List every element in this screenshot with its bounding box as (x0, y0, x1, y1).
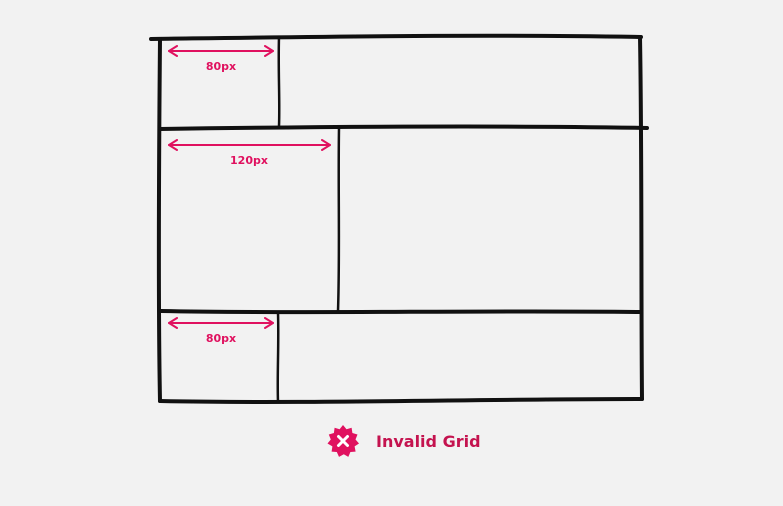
dimension-label-row-1: 80px (206, 60, 236, 73)
row-divider-1 (158, 124, 649, 131)
x-badge-icon (327, 425, 359, 457)
status-text: Invalid Grid (376, 431, 481, 451)
column-divider-row-3 (276, 311, 280, 404)
status-indicator: Invalid Grid (326, 423, 481, 459)
right-border (638, 35, 644, 401)
left-border (156, 37, 162, 403)
column-dividers (276, 35, 341, 404)
bottom-border (158, 397, 644, 404)
dimension-label-row-2: 120px (230, 154, 268, 167)
column-divider-row-1 (277, 35, 281, 128)
dimension-label-row-3: 80px (206, 332, 236, 345)
grid-outline (149, 33, 649, 404)
top-border (149, 33, 643, 41)
column-divider-row-2 (336, 126, 341, 313)
row-divider-2 (159, 309, 642, 315)
